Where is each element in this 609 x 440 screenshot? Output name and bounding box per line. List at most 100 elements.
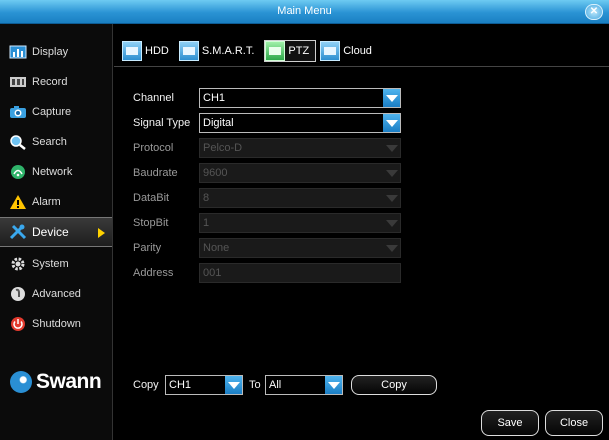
chevron-down-icon — [383, 214, 400, 232]
device-icon — [9, 224, 27, 240]
sidebar-item-label: Alarm — [32, 196, 61, 208]
chevron-down-icon[interactable] — [383, 89, 400, 107]
address-input: 001 — [199, 263, 401, 283]
sidebar-item-network[interactable]: Network — [0, 157, 112, 187]
sidebar-item-label: System — [32, 258, 69, 270]
tab-label: S.M.A.R.T. — [201, 45, 255, 57]
chevron-down-icon — [383, 189, 400, 207]
sidebar-item-device[interactable]: Device — [0, 217, 112, 247]
sidebar: Display Record Capture Search Network Al… — [0, 24, 113, 440]
ptz-tab-icon — [265, 41, 286, 61]
sidebar-item-label: Network — [32, 166, 73, 178]
tab-smart[interactable]: S.M.A.R.T. — [178, 40, 261, 62]
stopbit-row: StopBit 1 — [133, 213, 401, 233]
parity-row: Parity None — [133, 238, 401, 258]
record-icon — [9, 74, 27, 90]
tab-label: PTZ — [288, 45, 310, 57]
databit-value: 8 — [203, 192, 210, 204]
hdd-tab-icon — [122, 41, 142, 61]
protocol-label: Protocol — [133, 142, 174, 154]
stopbit-select: 1 — [199, 213, 401, 233]
window-title: Main Menu — [277, 5, 332, 17]
protocol-value: Pelco-D — [203, 142, 243, 154]
tab-label: Cloud — [343, 45, 372, 57]
sidebar-item-label: Shutdown — [32, 318, 81, 330]
copy-to-value: All — [269, 379, 282, 391]
tab-bar: HDD S.M.A.R.T. PTZ Cloud — [122, 40, 378, 62]
sidebar-item-label: Display — [32, 46, 69, 58]
to-label: To — [249, 379, 261, 391]
protocol-select: Pelco-D — [199, 138, 401, 158]
shutdown-icon — [9, 316, 27, 332]
chevron-down-icon[interactable] — [383, 114, 400, 132]
tab-cloud[interactable]: Cloud — [320, 40, 378, 62]
baudrate-label: Baudrate — [133, 167, 178, 179]
signal-type-row: Signal Type Digital — [133, 113, 401, 133]
tab-hdd[interactable]: HDD — [122, 40, 175, 62]
capture-icon — [9, 104, 27, 120]
parity-label: Parity — [133, 242, 162, 254]
close-button[interactable]: Close — [545, 410, 603, 436]
sidebar-item-label: Advanced — [32, 288, 81, 300]
signal-type-select[interactable]: Digital — [199, 113, 401, 133]
channel-row: Channel CH1 — [133, 88, 401, 108]
copy-to-select[interactable]: All — [265, 375, 343, 395]
system-icon — [9, 256, 27, 272]
copy-from-select[interactable]: CH1 — [165, 375, 243, 395]
sidebar-item-label: Capture — [32, 106, 72, 118]
smart-tab-icon — [178, 41, 199, 61]
swann-logo: Swann — [10, 370, 102, 394]
cloud-tab-icon — [320, 41, 341, 61]
address-label: Address — [133, 267, 174, 279]
sidebar-item-search[interactable]: Search — [0, 127, 112, 157]
chevron-down-icon — [383, 139, 400, 157]
baudrate-value: 9600 — [203, 167, 228, 179]
save-button[interactable]: Save — [481, 410, 539, 436]
display-icon — [9, 44, 27, 60]
tab-divider — [114, 66, 609, 67]
active-arrow-icon — [98, 228, 105, 238]
network-icon — [9, 164, 27, 180]
sidebar-item-alarm[interactable]: Alarm — [0, 187, 112, 217]
sidebar-item-shutdown[interactable]: Shutdown — [0, 309, 112, 339]
tab-ptz[interactable]: PTZ — [264, 40, 317, 62]
sidebar-item-record[interactable]: Record — [0, 67, 112, 97]
stopbit-value: 1 — [203, 217, 210, 229]
parity-select: None — [199, 238, 401, 258]
sidebar-item-label: Record — [32, 76, 68, 88]
databit-row: DataBit 8 — [133, 188, 401, 208]
chevron-down-icon[interactable] — [225, 376, 242, 394]
signal-type-label: Signal Type — [133, 117, 191, 129]
alarm-icon — [9, 194, 27, 210]
sidebar-item-display[interactable]: Display — [0, 37, 112, 67]
channel-label: Channel — [133, 92, 174, 104]
title-bar: Main Menu ✕ — [0, 0, 609, 24]
baudrate-row: Baudrate 9600 — [133, 163, 401, 183]
sidebar-item-capture[interactable]: Capture — [0, 97, 112, 127]
copy-from-value: CH1 — [169, 379, 192, 391]
chevron-down-icon — [383, 239, 400, 257]
channel-value: CH1 — [203, 92, 226, 104]
stopbit-label: StopBit — [133, 217, 169, 229]
copy-label: Copy — [133, 379, 159, 391]
brand-name: Swann — [36, 370, 102, 393]
sidebar-item-advanced[interactable]: Advanced — [0, 279, 112, 309]
advanced-icon — [9, 286, 27, 302]
databit-select: 8 — [199, 188, 401, 208]
tab-label: HDD — [145, 45, 169, 57]
databit-label: DataBit — [133, 192, 170, 204]
protocol-row: Protocol Pelco-D — [133, 138, 401, 158]
sidebar-item-label: Search — [32, 136, 67, 148]
sidebar-item-label: Device — [32, 225, 69, 239]
copy-button[interactable]: Copy — [351, 375, 437, 395]
address-value: 001 — [203, 267, 222, 279]
swann-logo-icon — [10, 371, 32, 393]
address-row: Address 001 — [133, 263, 401, 283]
search-icon — [9, 134, 27, 150]
chevron-down-icon — [383, 164, 400, 182]
close-icon[interactable]: ✕ — [585, 4, 603, 20]
chevron-down-icon[interactable] — [325, 376, 342, 394]
channel-select[interactable]: CH1 — [199, 88, 401, 108]
sidebar-item-system[interactable]: System — [0, 249, 112, 279]
parity-value: None — [203, 242, 230, 254]
